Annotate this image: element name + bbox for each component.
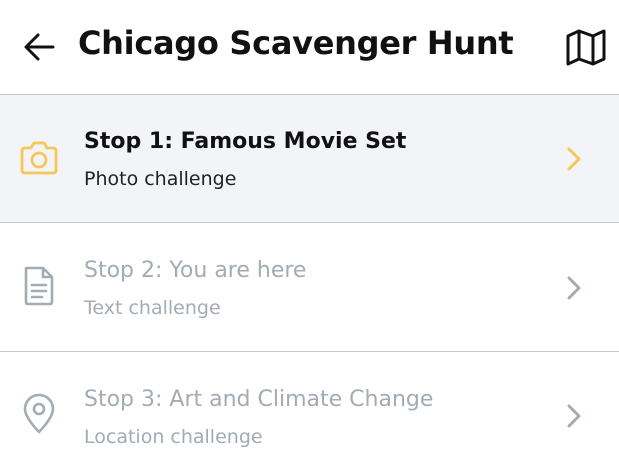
stop-title: Stop 1: Famous Movie Set [84,129,407,154]
arrow-left-icon [24,33,55,61]
back-button[interactable] [22,30,56,64]
app-header: Chicago Scavenger Hunt [0,0,619,95]
document-icon [24,266,54,306]
app-screen: Chicago Scavenger Hunt Stop 1: Famous Mo… [0,0,619,467]
map-icon [566,29,606,66]
page-title: Chicago Scavenger Hunt [78,24,514,62]
chevron-right-icon [567,147,581,171]
chevron-right-icon [567,404,581,428]
chevron-right-icon [567,276,581,300]
stop-title: Stop 3: Art and Climate Change [84,387,434,412]
stop-title: Stop 2: You are here [84,258,307,283]
stop-item-3[interactable]: Stop 3: Art and Climate Change Location … [0,353,619,467]
map-button[interactable] [566,28,606,66]
stop-type: Text challenge [84,297,221,319]
stop-item-2[interactable]: Stop 2: You are here Text challenge [0,224,619,352]
stop-type: Photo challenge [84,168,237,190]
stop-item-1[interactable]: Stop 1: Famous Movie Set Photo challenge [0,95,619,223]
location-pin-icon [23,393,55,434]
camera-icon [20,141,58,175]
stop-type: Location challenge [84,426,263,448]
